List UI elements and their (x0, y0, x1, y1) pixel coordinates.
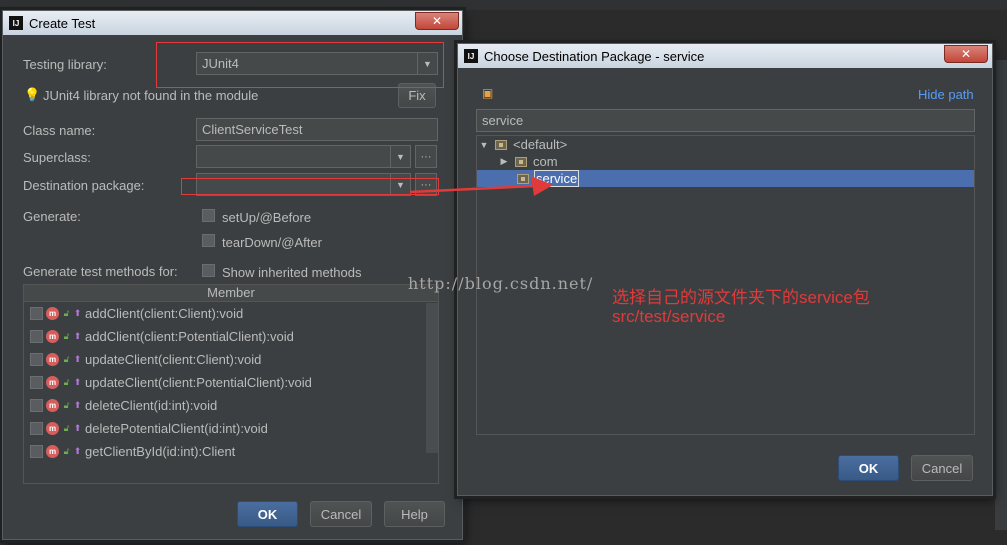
intellij-icon: IJ (9, 16, 23, 30)
generate-methods-label: Generate test methods for: (23, 264, 178, 279)
member-text: updateClient(client:Client):void (85, 352, 262, 367)
ide-scrollbar (995, 60, 1007, 530)
unlock-icon: 🔓︎ (63, 446, 70, 456)
help-button[interactable]: Help (384, 501, 445, 527)
override-icon: ⬆︎ (73, 331, 82, 341)
tree-item-label: <default> (513, 137, 568, 152)
cancel-button[interactable]: Cancel (310, 501, 372, 527)
override-icon: ⬆︎ (73, 423, 82, 433)
member-text: getClientById(id:int):Client (85, 444, 236, 459)
intellij-icon: IJ (464, 49, 478, 63)
close-button[interactable]: ✕ (944, 45, 988, 63)
teardown-checkbox[interactable] (202, 234, 215, 247)
unlock-icon: 🔓︎ (63, 377, 70, 387)
member-row[interactable]: m 🔓︎ ⬆︎ deletePotentialClient(id:int):vo… (24, 417, 428, 440)
dest-ok-button[interactable]: OK (838, 455, 899, 481)
lightbulb-icon: 💡 (24, 87, 41, 102)
member-row[interactable]: m 🔓︎ ⬆︎ updateClient(client:PotentialCli… (24, 371, 428, 394)
member-header: Member (24, 285, 438, 302)
method-icon: m (46, 353, 59, 366)
ide-background (0, 0, 1007, 10)
show-inherited-label: Show inherited methods (222, 265, 362, 280)
unlock-icon: 🔓︎ (63, 331, 70, 341)
testing-library-label: Testing library: (23, 57, 107, 72)
chevron-down-icon: ▼ (390, 146, 410, 167)
choose-destination-titlebar: IJ Choose Destination Package - service (458, 44, 992, 68)
member-row[interactable]: m 🔓︎ ⬆︎ addClient(client:PotentialClient… (24, 325, 428, 348)
override-icon: ⬆︎ (73, 308, 82, 318)
override-icon: ⬆︎ (73, 400, 82, 410)
member-checkbox[interactable] (30, 399, 43, 412)
collapsed-arrow-icon: ▶ (500, 156, 508, 166)
tree-item-com[interactable]: ▶ com (499, 153, 558, 170)
expanded-arrow-icon: ▼ (479, 139, 489, 150)
method-icon: m (46, 376, 59, 389)
package-icon (515, 156, 527, 167)
superclass-select[interactable]: ▼ (196, 145, 411, 168)
path-input[interactable]: service (476, 109, 975, 132)
generate-label: Generate: (23, 209, 81, 224)
method-icon: m (46, 330, 59, 343)
method-icon: m (46, 307, 59, 320)
method-icon: m (46, 445, 59, 458)
class-name-label: Class name: (23, 123, 96, 138)
ok-button[interactable]: OK (237, 501, 298, 527)
superclass-browse-button[interactable]: ··· (415, 145, 437, 168)
create-test-titlebar: IJ Create Test (3, 11, 462, 35)
setup-label: setUp/@Before (222, 210, 312, 225)
member-checkbox[interactable] (30, 445, 43, 458)
override-icon: ⬆︎ (73, 354, 82, 364)
destination-package-label: Destination package: (23, 178, 145, 193)
member-row[interactable]: m 🔓︎ ⬆︎ addClient(client:Client):void (24, 302, 428, 325)
setup-checkbox[interactable] (202, 209, 215, 222)
tree-item-label: com (533, 154, 558, 169)
annotation-text-2: src/test/service (612, 307, 726, 326)
superclass-label: Superclass: (23, 150, 91, 165)
unlock-icon: 🔓︎ (63, 308, 70, 318)
hide-path-link[interactable]: Hide path (918, 87, 974, 102)
member-checkbox[interactable] (30, 353, 43, 366)
watermark-text: http://blog.csdn.net/ (408, 274, 594, 293)
choose-destination-title: Choose Destination Package - service (484, 48, 705, 64)
teardown-label: tearDown/@After (222, 235, 322, 250)
member-checkbox[interactable] (30, 330, 43, 343)
member-text: addClient(client:PotentialClient):void (85, 329, 294, 344)
member-row[interactable]: m 🔓︎ ⬆︎ getClientById(id:int):Client (24, 440, 428, 463)
warning-text: JUnit4 library not found in the module (43, 88, 259, 103)
annotation-text-1: 选择自己的源文件夹下的service包 (612, 288, 870, 307)
show-inherited-checkbox[interactable] (202, 264, 215, 277)
annotation-arrow (409, 176, 553, 196)
member-row[interactable]: m 🔓︎ ⬆︎ updateClient(client:Client):void (24, 348, 428, 371)
member-text: deleteClient(id:int):void (85, 398, 218, 413)
package-icon (495, 139, 507, 150)
override-icon: ⬆︎ (73, 377, 82, 387)
unlock-icon: 🔓︎ (63, 354, 70, 364)
method-icon: m (46, 399, 59, 412)
close-button[interactable]: ✕ (415, 12, 459, 30)
class-name-input[interactable]: ClientServiceTest (196, 118, 438, 141)
member-checkbox[interactable] (30, 422, 43, 435)
unlock-icon: 🔓︎ (63, 423, 70, 433)
tree-item-default[interactable]: ▼ <default> (479, 136, 568, 153)
create-test-title: Create Test (29, 15, 96, 31)
method-icon: m (46, 422, 59, 435)
unlock-icon: 🔓︎ (63, 400, 70, 410)
new-package-icon[interactable]: ▣ (482, 86, 493, 100)
member-text: deletePotentialClient(id:int):void (85, 421, 268, 436)
member-text: updateClient(client:PotentialClient):voi… (85, 375, 312, 390)
member-checkbox[interactable] (30, 376, 43, 389)
member-text: addClient(client:Client):void (85, 306, 244, 321)
dest-cancel-button[interactable]: Cancel (911, 455, 973, 481)
override-icon: ⬆︎ (73, 446, 82, 456)
member-checkbox[interactable] (30, 307, 43, 320)
member-row[interactable]: m 🔓︎ ⬆︎ deleteClient(id:int):void (24, 394, 428, 417)
annotation-box-testing-library (156, 42, 444, 88)
